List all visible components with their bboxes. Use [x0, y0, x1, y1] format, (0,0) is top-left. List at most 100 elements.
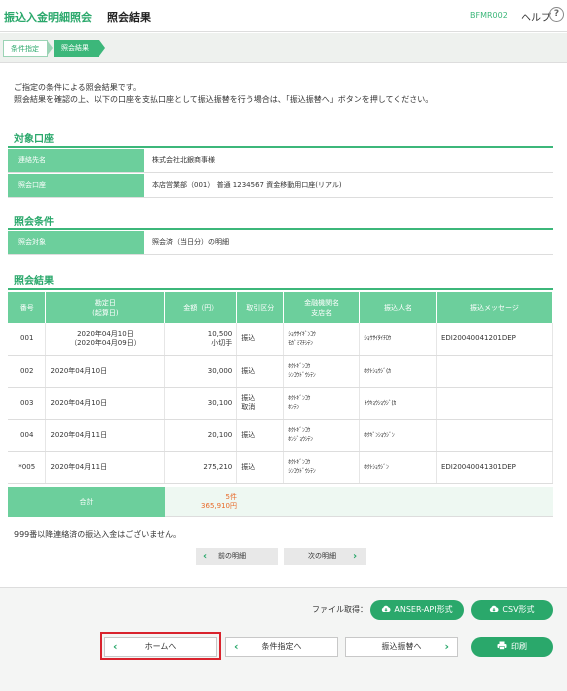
cell-payer: ﾎｸﾄｼｮｳｼﾞ(ｶ — [359, 355, 437, 388]
step-arrow-icon — [47, 40, 53, 56]
anser-api-label: ANSER-API形式 — [394, 605, 453, 614]
cell-type-sub: 取消 — [241, 403, 256, 411]
cell-no: 002 — [8, 355, 47, 388]
prev-detail-label: 前の明細 — [218, 552, 246, 560]
intro-text: ご指定の条件による照会結果です。 照会結果を確認の上、以下の口座を支払口座として… — [14, 82, 433, 106]
cell-payer: ｼｮｳｻｲﾀｲﾁﾛｳ — [359, 323, 437, 356]
cell-branch-name: ﾎﾝｼﾞｮｳｼﾃﾝ — [288, 436, 313, 443]
cell-type: 振込 — [236, 323, 285, 356]
cell-bank-name: ﾎｸﾄｷﾞﾝｺｳ — [288, 427, 311, 434]
cell-no: 004 — [8, 419, 47, 452]
service-title: 振込入金明細照会 — [4, 11, 92, 24]
breadcrumb: 条件指定 照会結果 — [0, 33, 567, 63]
cell-branch-name: ﾓｶﾞﾐﾏﾁｼﾃﾝ — [288, 339, 313, 347]
cell-type: 振込 — [236, 355, 285, 388]
csv-label: CSV形式 — [502, 605, 535, 614]
cloud-download-icon — [490, 605, 499, 612]
cell-bank-name: ﾎｸﾄｷﾞﾝｺｳ — [288, 395, 311, 402]
screen-id: BFMR002 — [470, 11, 508, 20]
cell-branch-name: ﾎﾝﾃﾝ — [288, 404, 300, 411]
table-header-row: 番号 勘定日 (起算日) 金額（円） 取引区分 金融機関名 支店名 振込人名 振込メ… — [8, 292, 554, 323]
condition-back-button[interactable]: ‹ 条件指定へ — [225, 637, 338, 657]
cell-date: 2020年04月11日 — [45, 419, 166, 452]
total-value: 5件 365,910円 — [165, 487, 553, 517]
col-bank: 金融機関名 支店名 — [283, 292, 361, 323]
table-row: 002 2020年04月10日 30,000 振込 ﾎｸﾄｷﾞﾝｺｳ ｼﾝｺｳﾄﾞ… — [8, 355, 554, 388]
col-no: 番号 — [8, 292, 47, 323]
chevron-right-icon: › — [444, 640, 449, 653]
info-row-contact: 連絡先名 株式会社北銀商事様 — [8, 149, 553, 173]
anser-api-download-button[interactable]: ANSER-API形式 — [370, 600, 464, 620]
step-arrow-icon — [99, 40, 105, 56]
transfer-button[interactable]: 振込振替へ › — [345, 637, 458, 657]
cell-no: *005 — [8, 451, 47, 484]
top-bar: 振込入金明細照会 照会結果 BFMR002 ヘルプ ? — [0, 0, 567, 32]
cell-bank: ﾎｸﾄｷﾞﾝｺｳ ｼﾝｺｳﾄﾞｳｼﾃﾝ — [283, 451, 361, 484]
results-table: 番号 勘定日 (起算日) 金額（円） 取引区分 金融機関名 支店名 振込人名 振込メ… — [8, 292, 554, 484]
next-detail-button[interactable]: 次の明細 › — [284, 548, 366, 565]
cell-bank: ﾎｸﾄｷﾞﾝｺｳ ﾎﾝｼﾞｮｳｼﾃﾝ — [283, 419, 361, 452]
csv-download-button[interactable]: CSV形式 — [471, 600, 553, 620]
info-row-account: 照会口座 本店営業部（001） 普通 1234567 資金移動用口座(リアル) — [8, 174, 553, 198]
cell-type-main: 振込 — [241, 394, 256, 402]
cell-amount: 10,500 小切手 — [164, 323, 238, 356]
prev-detail-button[interactable]: ‹ 前の明細 — [196, 548, 278, 565]
col-date: 勘定日 (起算日) — [45, 292, 166, 323]
cell-date-main: 2020年04月11日 — [50, 462, 108, 471]
chevron-left-icon: ‹ — [203, 551, 208, 562]
col-type: 取引区分 — [236, 292, 285, 323]
cell-bank: ﾎｸﾄｷﾞﾝｺｳ ﾎﾝﾃﾝ — [283, 387, 361, 420]
col-date-label: 勘定日 — [94, 298, 116, 307]
total-count: 5件 — [225, 493, 237, 501]
col-message: 振込メッセージ — [436, 292, 554, 323]
page-title: 照会結果 — [107, 11, 151, 24]
info-label: 照会対象 — [8, 231, 144, 254]
condition-back-label: 条件指定へ — [261, 642, 302, 651]
section-divider — [8, 228, 553, 230]
next-detail-label: 次の明細 — [308, 552, 336, 560]
cell-payer: ﾎｸｷﾞﾝｼｮｳｼﾞﾝ — [359, 419, 437, 452]
cell-type: 振込 取消 — [236, 387, 285, 420]
no-more-records-note: 999番以降連絡済の振込入金はございません。 — [14, 530, 182, 539]
table-row: 001 2020年04月10日 （2020年04月09日） 10,500 小切手 振… — [8, 323, 554, 356]
cell-bank-name: ﾎｸﾄｷﾞﾝｺｳ — [288, 459, 311, 466]
section-heading-results: 照会結果 — [14, 276, 54, 287]
help-icon[interactable]: ? — [549, 7, 564, 22]
col-bank-label: 金融機関名 — [304, 298, 340, 307]
cell-date-main: 2020年04月10日 — [50, 366, 108, 375]
cell-date: 2020年04月10日 — [45, 355, 166, 388]
cell-amount: 30,000 — [164, 355, 238, 388]
cell-date-sub: （2020年04月09日） — [70, 338, 141, 347]
step-result-current: 照会結果 — [54, 40, 99, 57]
cell-bank: ﾎｸﾄｷﾞﾝｺｳ ｼﾝｺｳﾄﾞｳｼﾃﾝ — [283, 355, 361, 388]
info-row-target: 照会対象 照会済（当日分）の明細 — [8, 231, 553, 255]
cell-amount: 30,100 — [164, 387, 238, 420]
cell-message — [436, 355, 554, 388]
print-button[interactable]: 印刷 — [471, 637, 553, 657]
transfer-label: 振込振替へ — [381, 642, 422, 651]
section-divider — [8, 146, 553, 148]
info-label: 照会口座 — [8, 174, 144, 197]
cloud-download-icon — [382, 605, 391, 612]
section-heading-conditions: 照会条件 — [14, 217, 54, 228]
info-label: 連絡先名 — [8, 149, 144, 172]
cell-amount-sub: 小切手 — [211, 338, 233, 347]
cell-bank: ｼｮｳｻｲｷﾞﾝｺｳ ﾓｶﾞﾐﾏﾁｼﾃﾝ — [283, 323, 361, 356]
cell-type: 振込 — [236, 451, 285, 484]
cell-amount-main: 10,500 — [207, 329, 233, 338]
col-date-sub-label: (起算日) — [92, 308, 119, 317]
cell-date: 2020年04月11日 — [45, 451, 166, 484]
home-button[interactable]: ‹ ホームへ — [104, 637, 217, 657]
cell-bank-name: ﾎｸﾄｷﾞﾝｺｳ — [288, 363, 311, 370]
info-value: 株式会社北銀商事様 — [152, 156, 215, 164]
total-row: 合計 5件 365,910円 — [8, 487, 553, 517]
cell-no: 003 — [8, 387, 47, 420]
cell-no: 001 — [8, 323, 47, 356]
cell-amount: 275,210 — [164, 451, 238, 484]
cell-message — [436, 419, 554, 452]
cell-date-main: 2020年04月10日 — [50, 398, 108, 407]
cell-payer: ﾄｳｷｮｳｼｮｳｼﾞ(ｶ — [359, 387, 437, 420]
cell-date-main: 2020年04月11日 — [50, 430, 108, 439]
help-link[interactable]: ヘルプ — [521, 9, 551, 24]
cell-bank-name: ｼｮｳｻｲｷﾞﾝｺｳ — [288, 330, 316, 338]
